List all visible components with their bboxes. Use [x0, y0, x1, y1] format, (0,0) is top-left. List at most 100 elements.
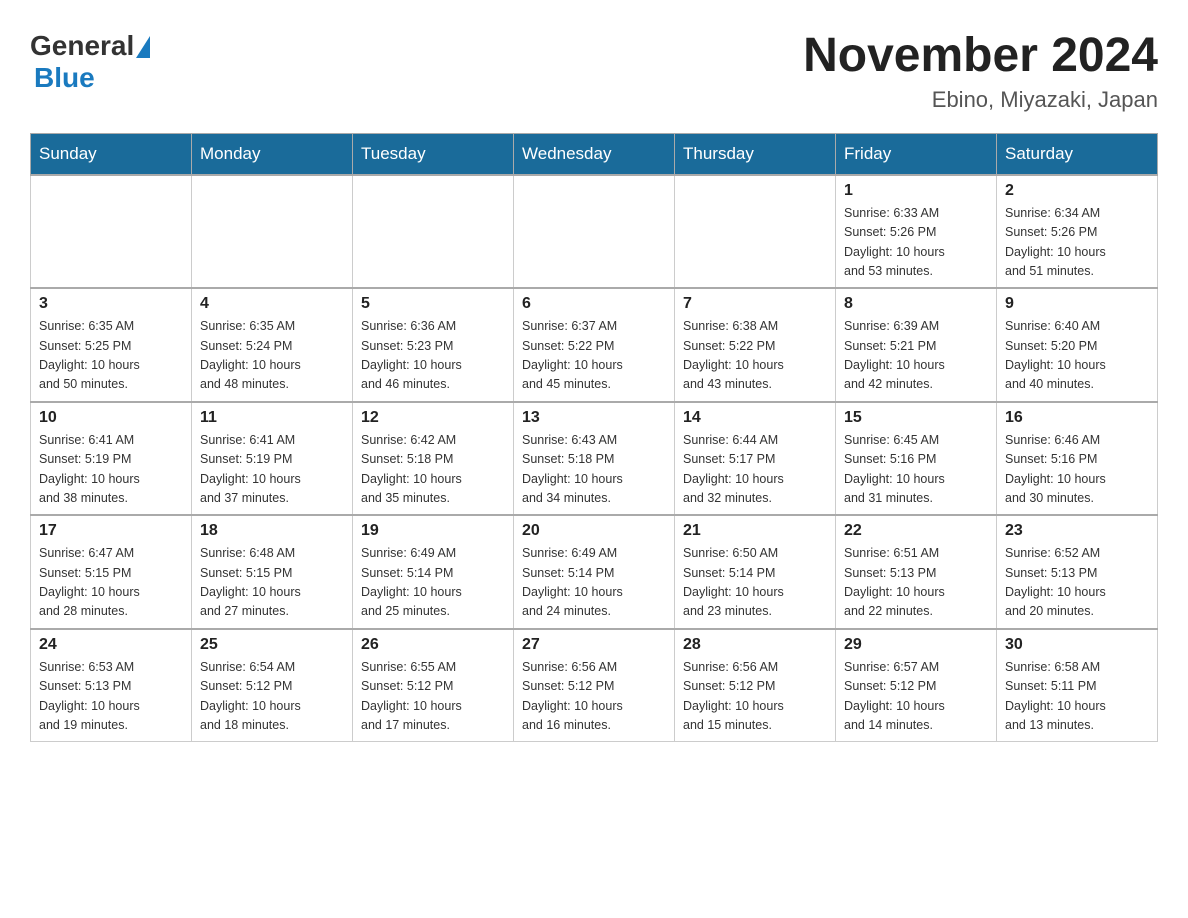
- logo-general: General: [30, 30, 134, 62]
- day-number: 6: [522, 295, 666, 313]
- day-number: 11: [200, 409, 344, 427]
- day-info: Sunrise: 6:51 AMSunset: 5:13 PMDaylight:…: [844, 544, 988, 622]
- day-cell: 18 Sunrise: 6:48 AMSunset: 5:15 PMDayligh…: [192, 515, 353, 629]
- day-cell: 19 Sunrise: 6:49 AMSunset: 5:14 PMDayligh…: [353, 515, 514, 629]
- day-info: Sunrise: 6:52 AMSunset: 5:13 PMDaylight:…: [1005, 544, 1149, 622]
- day-number: 20: [522, 522, 666, 540]
- day-number: 13: [522, 409, 666, 427]
- day-cell: 16Sunrise: 6:46 AMSunset: 5:16 PMDayligh…: [997, 402, 1158, 516]
- day-number: 21: [683, 522, 827, 540]
- col-header-tuesday: Tuesday: [353, 133, 514, 175]
- page-header: General Blue November 2024 Ebino, Miyaza…: [30, 30, 1158, 113]
- col-header-monday: Monday: [192, 133, 353, 175]
- day-number: 7: [683, 295, 827, 313]
- day-info: Sunrise: 6:40 AMSunset: 5:20 PMDaylight:…: [1005, 317, 1149, 395]
- col-header-sunday: Sunday: [31, 133, 192, 175]
- day-number: 27: [522, 636, 666, 654]
- day-cell: 30Sunrise: 6:58 AMSunset: 5:11 PMDayligh…: [997, 629, 1158, 742]
- day-number: 23: [1005, 522, 1149, 540]
- day-cell: 5 Sunrise: 6:36 AMSunset: 5:23 PMDaylight…: [353, 288, 514, 402]
- calendar-header-row: SundayMondayTuesdayWednesdayThursdayFrid…: [31, 133, 1158, 175]
- day-cell: 6Sunrise: 6:37 AMSunset: 5:22 PMDaylight…: [514, 288, 675, 402]
- logo-blue: Blue: [34, 62, 95, 93]
- day-cell: [192, 175, 353, 289]
- day-info: Sunrise: 6:55 AMSunset: 5:12 PMDaylight:…: [361, 658, 505, 736]
- day-cell: 20 Sunrise: 6:49 AMSunset: 5:14 PMDayligh…: [514, 515, 675, 629]
- day-number: 19: [361, 522, 505, 540]
- day-info: Sunrise: 6:35 AMSunset: 5:25 PMDaylight:…: [39, 317, 183, 395]
- col-header-friday: Friday: [836, 133, 997, 175]
- col-header-saturday: Saturday: [997, 133, 1158, 175]
- day-cell: 21 Sunrise: 6:50 AMSunset: 5:14 PMDayligh…: [675, 515, 836, 629]
- day-cell: 3 Sunrise: 6:35 AMSunset: 5:25 PMDaylight…: [31, 288, 192, 402]
- week-row-4: 17 Sunrise: 6:47 AMSunset: 5:15 PMDayligh…: [31, 515, 1158, 629]
- day-number: 28: [683, 636, 827, 654]
- day-number: 3: [39, 295, 183, 313]
- day-cell: 28Sunrise: 6:56 AMSunset: 5:12 PMDayligh…: [675, 629, 836, 742]
- day-number: 30: [1005, 636, 1149, 654]
- day-number: 14: [683, 409, 827, 427]
- day-number: 18: [200, 522, 344, 540]
- day-number: 17: [39, 522, 183, 540]
- day-number: 16: [1005, 409, 1149, 427]
- day-info: Sunrise: 6:56 AMSunset: 5:12 PMDaylight:…: [522, 658, 666, 736]
- day-number: 15: [844, 409, 988, 427]
- day-info: Sunrise: 6:47 AMSunset: 5:15 PMDaylight:…: [39, 544, 183, 622]
- logo: General Blue: [30, 30, 150, 94]
- day-cell: 23 Sunrise: 6:52 AMSunset: 5:13 PMDayligh…: [997, 515, 1158, 629]
- day-cell: 15Sunrise: 6:45 AMSunset: 5:16 PMDayligh…: [836, 402, 997, 516]
- day-number: 10: [39, 409, 183, 427]
- day-cell: 13 Sunrise: 6:43 AMSunset: 5:18 PMDayligh…: [514, 402, 675, 516]
- day-cell: [31, 175, 192, 289]
- day-info: Sunrise: 6:50 AMSunset: 5:14 PMDaylight:…: [683, 544, 827, 622]
- day-number: 29: [844, 636, 988, 654]
- day-number: 25: [200, 636, 344, 654]
- day-info: Sunrise: 6:36 AMSunset: 5:23 PMDaylight:…: [361, 317, 505, 395]
- day-info: Sunrise: 6:39 AMSunset: 5:21 PMDaylight:…: [844, 317, 988, 395]
- day-cell: [514, 175, 675, 289]
- day-cell: 4 Sunrise: 6:35 AMSunset: 5:24 PMDaylight…: [192, 288, 353, 402]
- day-number: 26: [361, 636, 505, 654]
- day-cell: [675, 175, 836, 289]
- day-cell: 24 Sunrise: 6:53 AMSunset: 5:13 PMDayligh…: [31, 629, 192, 742]
- day-cell: 29 Sunrise: 6:57 AMSunset: 5:12 PMDayligh…: [836, 629, 997, 742]
- day-info: Sunrise: 6:41 AMSunset: 5:19 PMDaylight:…: [200, 431, 344, 509]
- day-info: Sunrise: 6:53 AMSunset: 5:13 PMDaylight:…: [39, 658, 183, 736]
- day-cell: 17 Sunrise: 6:47 AMSunset: 5:15 PMDayligh…: [31, 515, 192, 629]
- day-info: Sunrise: 6:42 AMSunset: 5:18 PMDaylight:…: [361, 431, 505, 509]
- day-info: Sunrise: 6:57 AMSunset: 5:12 PMDaylight:…: [844, 658, 988, 736]
- day-info: Sunrise: 6:49 AMSunset: 5:14 PMDaylight:…: [522, 544, 666, 622]
- week-row-1: 1Sunrise: 6:33 AMSunset: 5:26 PMDaylight…: [31, 175, 1158, 289]
- day-cell: 11 Sunrise: 6:41 AMSunset: 5:19 PMDayligh…: [192, 402, 353, 516]
- day-number: 4: [200, 295, 344, 313]
- day-info: Sunrise: 6:34 AMSunset: 5:26 PMDaylight:…: [1005, 204, 1149, 282]
- week-row-2: 3 Sunrise: 6:35 AMSunset: 5:25 PMDaylight…: [31, 288, 1158, 402]
- day-number: 9: [1005, 295, 1149, 313]
- day-info: Sunrise: 6:35 AMSunset: 5:24 PMDaylight:…: [200, 317, 344, 395]
- location-label: Ebino, Miyazaki, Japan: [803, 87, 1158, 113]
- day-cell: 10 Sunrise: 6:41 AMSunset: 5:19 PMDayligh…: [31, 402, 192, 516]
- calendar-table: SundayMondayTuesdayWednesdayThursdayFrid…: [30, 133, 1158, 743]
- week-row-3: 10 Sunrise: 6:41 AMSunset: 5:19 PMDayligh…: [31, 402, 1158, 516]
- day-info: Sunrise: 6:44 AMSunset: 5:17 PMDaylight:…: [683, 431, 827, 509]
- col-header-thursday: Thursday: [675, 133, 836, 175]
- day-cell: 27 Sunrise: 6:56 AMSunset: 5:12 PMDayligh…: [514, 629, 675, 742]
- day-info: Sunrise: 6:43 AMSunset: 5:18 PMDaylight:…: [522, 431, 666, 509]
- day-info: Sunrise: 6:54 AMSunset: 5:12 PMDaylight:…: [200, 658, 344, 736]
- day-cell: 1Sunrise: 6:33 AMSunset: 5:26 PMDaylight…: [836, 175, 997, 289]
- col-header-wednesday: Wednesday: [514, 133, 675, 175]
- day-number: 24: [39, 636, 183, 654]
- day-info: Sunrise: 6:49 AMSunset: 5:14 PMDaylight:…: [361, 544, 505, 622]
- day-cell: 2 Sunrise: 6:34 AMSunset: 5:26 PMDaylight…: [997, 175, 1158, 289]
- day-number: 2: [1005, 182, 1149, 200]
- day-cell: 8Sunrise: 6:39 AMSunset: 5:21 PMDaylight…: [836, 288, 997, 402]
- day-cell: 26 Sunrise: 6:55 AMSunset: 5:12 PMDayligh…: [353, 629, 514, 742]
- day-cell: 12Sunrise: 6:42 AMSunset: 5:18 PMDayligh…: [353, 402, 514, 516]
- day-info: Sunrise: 6:33 AMSunset: 5:26 PMDaylight:…: [844, 204, 988, 282]
- day-cell: 14 Sunrise: 6:44 AMSunset: 5:17 PMDayligh…: [675, 402, 836, 516]
- day-cell: 9 Sunrise: 6:40 AMSunset: 5:20 PMDaylight…: [997, 288, 1158, 402]
- day-number: 5: [361, 295, 505, 313]
- day-info: Sunrise: 6:41 AMSunset: 5:19 PMDaylight:…: [39, 431, 183, 509]
- day-info: Sunrise: 6:38 AMSunset: 5:22 PMDaylight:…: [683, 317, 827, 395]
- day-info: Sunrise: 6:48 AMSunset: 5:15 PMDaylight:…: [200, 544, 344, 622]
